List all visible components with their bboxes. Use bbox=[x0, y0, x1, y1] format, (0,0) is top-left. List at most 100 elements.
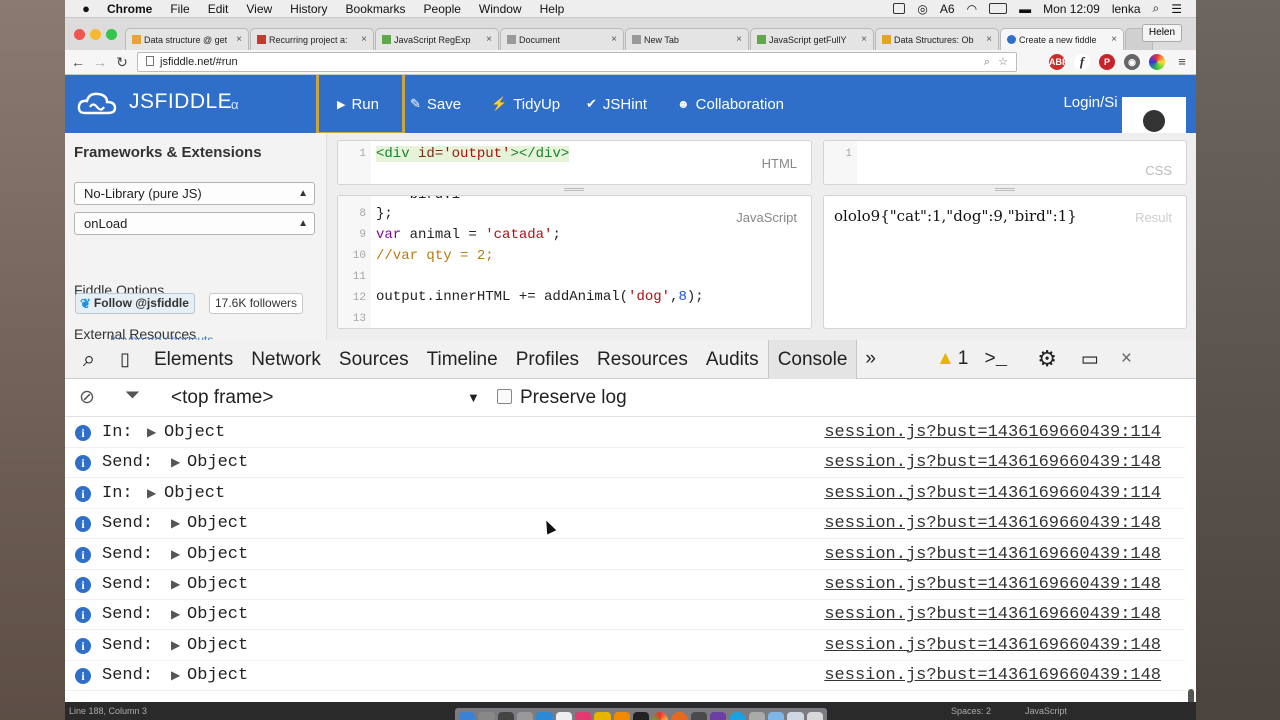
app-dock-icon[interactable] bbox=[497, 711, 514, 720]
wifi-icon[interactable]: ◠ bbox=[967, 2, 977, 16]
console-row[interactable]: i Send: ▶ Object session.js?bust=14361696604… bbox=[65, 600, 1185, 631]
console-row[interactable]: i In: ▶ Object session.js?bust=1436169660439… bbox=[65, 479, 1185, 509]
skype-dock-icon[interactable] bbox=[729, 711, 746, 720]
back-arrow-icon[interactable]: ← bbox=[67, 54, 89, 70]
menu-history[interactable]: History bbox=[290, 2, 327, 16]
system-prefs-dock-icon[interactable] bbox=[516, 711, 534, 720]
reload-icon[interactable]: ↻ bbox=[111, 54, 133, 71]
source-link[interactable]: session.js?bust=1436169660439:148 bbox=[824, 666, 1161, 685]
clear-console-icon[interactable]: ⊘ bbox=[79, 386, 95, 409]
colorpick-icon[interactable] bbox=[1149, 54, 1165, 70]
forward-arrow-icon[interactable]: → bbox=[89, 54, 111, 70]
launchpad-dock-icon[interactable] bbox=[478, 711, 495, 720]
address-bar[interactable]: jsfiddle.net/#run ⌕ ☆ bbox=[137, 52, 1017, 72]
browser-tab[interactable]: Recurring project a: × bbox=[250, 28, 374, 50]
tab-close-icon[interactable]: × bbox=[357, 34, 367, 45]
library-select[interactable]: No-Library (pure JS) ▲ bbox=[74, 182, 315, 205]
source-link[interactable]: session.js?bust=1436169660439:148 bbox=[824, 575, 1161, 594]
tab-close-icon[interactable]: × bbox=[607, 34, 617, 45]
safari-dock-icon[interactable] bbox=[536, 711, 553, 720]
code-line[interactable]: bird:1 bbox=[376, 196, 460, 203]
logged-object[interactable]: Object bbox=[187, 545, 248, 564]
tab-close-icon[interactable]: × bbox=[482, 34, 492, 45]
tidyup-button[interactable]: ⚡ TidyUp bbox=[491, 75, 560, 133]
trash-dock-icon[interactable] bbox=[806, 711, 823, 720]
adblock-icon[interactable]: ABP bbox=[1049, 54, 1068, 70]
code-line[interactable]: }; bbox=[376, 206, 393, 222]
device-mode-icon[interactable]: ▯ bbox=[113, 349, 137, 370]
css-resize-grip[interactable] bbox=[995, 188, 1015, 191]
warning-count[interactable]: 1 bbox=[958, 348, 969, 370]
logged-object[interactable]: Object bbox=[187, 636, 248, 655]
pinterest-icon[interactable]: P bbox=[1099, 54, 1115, 70]
console-row[interactable]: i Send: ▶ Object session.js?bust=14361696604… bbox=[65, 570, 1185, 600]
browser-tab-active[interactable]: Create a new fiddle × bbox=[1000, 28, 1124, 50]
chrome-menu-icon[interactable]: ≡ bbox=[1174, 54, 1190, 70]
chrome-dock-icon[interactable] bbox=[652, 711, 669, 720]
menu-file[interactable]: File bbox=[170, 2, 189, 16]
run-button[interactable]: ▶ Run bbox=[337, 75, 379, 133]
logged-object[interactable]: Object bbox=[187, 575, 248, 594]
expand-triangle-icon[interactable]: ▶ bbox=[171, 668, 180, 683]
indent-setting[interactable]: Spaces: 2 bbox=[951, 706, 991, 716]
expand-triangle-icon[interactable]: ▶ bbox=[171, 638, 180, 653]
expand-triangle-icon[interactable]: ▶ bbox=[147, 425, 156, 440]
spotlight-search-icon[interactable]: ⌕ bbox=[1153, 1, 1160, 16]
browser-tab[interactable]: Data structure @ get × bbox=[125, 28, 249, 50]
profile-button[interactable]: Helen bbox=[1142, 24, 1182, 42]
menu-help[interactable]: Help bbox=[540, 2, 565, 16]
expand-triangle-icon[interactable]: ▶ bbox=[171, 455, 180, 470]
frame-select[interactable]: <top frame> bbox=[171, 387, 273, 409]
code-line[interactable]: //var qty = 2; bbox=[376, 248, 494, 264]
preserve-log-checkbox[interactable] bbox=[497, 389, 512, 404]
source-link[interactable]: session.js?bust=1436169660439:114 bbox=[824, 484, 1161, 503]
tab-close-icon[interactable]: × bbox=[1107, 34, 1117, 45]
six-badge-icon[interactable]: A6 bbox=[940, 2, 955, 16]
language-mode[interactable]: JavaScript bbox=[1025, 706, 1067, 716]
search-icon[interactable]: ⌕ bbox=[984, 53, 990, 71]
settings-gear-icon[interactable]: ⚙ bbox=[1037, 346, 1057, 372]
clock[interactable]: Mon 12:09 bbox=[1043, 2, 1100, 16]
app-dock-icon[interactable] bbox=[748, 711, 765, 720]
logged-object[interactable]: Object bbox=[164, 484, 225, 503]
ibooks-dock-icon[interactable] bbox=[594, 711, 611, 720]
user-name[interactable]: lenka bbox=[1112, 2, 1141, 16]
collaboration-button[interactable]: ☻ Collaboration bbox=[677, 75, 784, 133]
app-menu-chrome[interactable]: Chrome bbox=[107, 2, 152, 16]
logged-object[interactable]: Object bbox=[187, 453, 248, 472]
expand-triangle-icon[interactable]: ▶ bbox=[171, 547, 180, 562]
code-line[interactable]: <div id='output'></div> bbox=[376, 146, 570, 162]
firefox-dock-icon[interactable] bbox=[671, 711, 688, 720]
devtools-tab-resources[interactable]: Resources bbox=[588, 340, 697, 379]
calendar-dock-icon[interactable] bbox=[555, 711, 572, 720]
menu-window[interactable]: Window bbox=[479, 2, 522, 16]
minimize-window-dot[interactable] bbox=[90, 29, 101, 40]
jshint-button[interactable]: ✔ JSHint bbox=[586, 75, 647, 133]
html-resize-grip[interactable] bbox=[564, 188, 584, 191]
documents-dock-icon[interactable] bbox=[787, 711, 804, 720]
menu-people[interactable]: People bbox=[424, 2, 461, 16]
jsfiddle-logo-text[interactable]: JSFIDDLE bbox=[129, 90, 232, 114]
itunes-dock-icon[interactable] bbox=[574, 711, 592, 720]
notification-center-icon[interactable]: ☰ bbox=[1171, 2, 1182, 16]
console-row[interactable]: i Send: ▶ Object session.js?bust=14361696604… bbox=[65, 509, 1185, 540]
vlc-dock-icon[interactable] bbox=[613, 711, 630, 720]
devtools-tab-profiles[interactable]: Profiles bbox=[507, 340, 588, 379]
devtools-tab-audits[interactable]: Audits bbox=[697, 340, 768, 379]
browser-tab[interactable]: Data Structures: Ob × bbox=[875, 28, 999, 50]
ghostery-icon[interactable]: ◉ bbox=[1124, 54, 1140, 70]
flag-icon[interactable]: ▬ bbox=[1019, 2, 1031, 16]
tab-close-icon[interactable]: × bbox=[982, 34, 992, 45]
css-editor[interactable]: 1 CSS bbox=[823, 140, 1187, 185]
html-editor[interactable]: 1 <div id='output'></div> HTML bbox=[337, 140, 812, 185]
load-type-select[interactable]: onLoad ▲ bbox=[74, 212, 315, 235]
console-row[interactable]: i In: ▶ Object session.js?bust=1436169660439… bbox=[65, 418, 1185, 448]
github-dock-icon[interactable] bbox=[710, 711, 727, 720]
logged-object[interactable]: Object bbox=[187, 514, 248, 533]
console-row[interactable]: i Send: ▶ Object session.js?bust=14361696604… bbox=[65, 631, 1185, 661]
apple-menu-icon[interactable]: ● bbox=[79, 1, 93, 16]
source-link[interactable]: session.js?bust=1436169660439:148 bbox=[824, 453, 1161, 472]
devtools-tab-network[interactable]: Network bbox=[242, 340, 330, 379]
folder-dock-icon[interactable] bbox=[768, 711, 785, 720]
tab-close-icon[interactable]: × bbox=[732, 34, 742, 45]
